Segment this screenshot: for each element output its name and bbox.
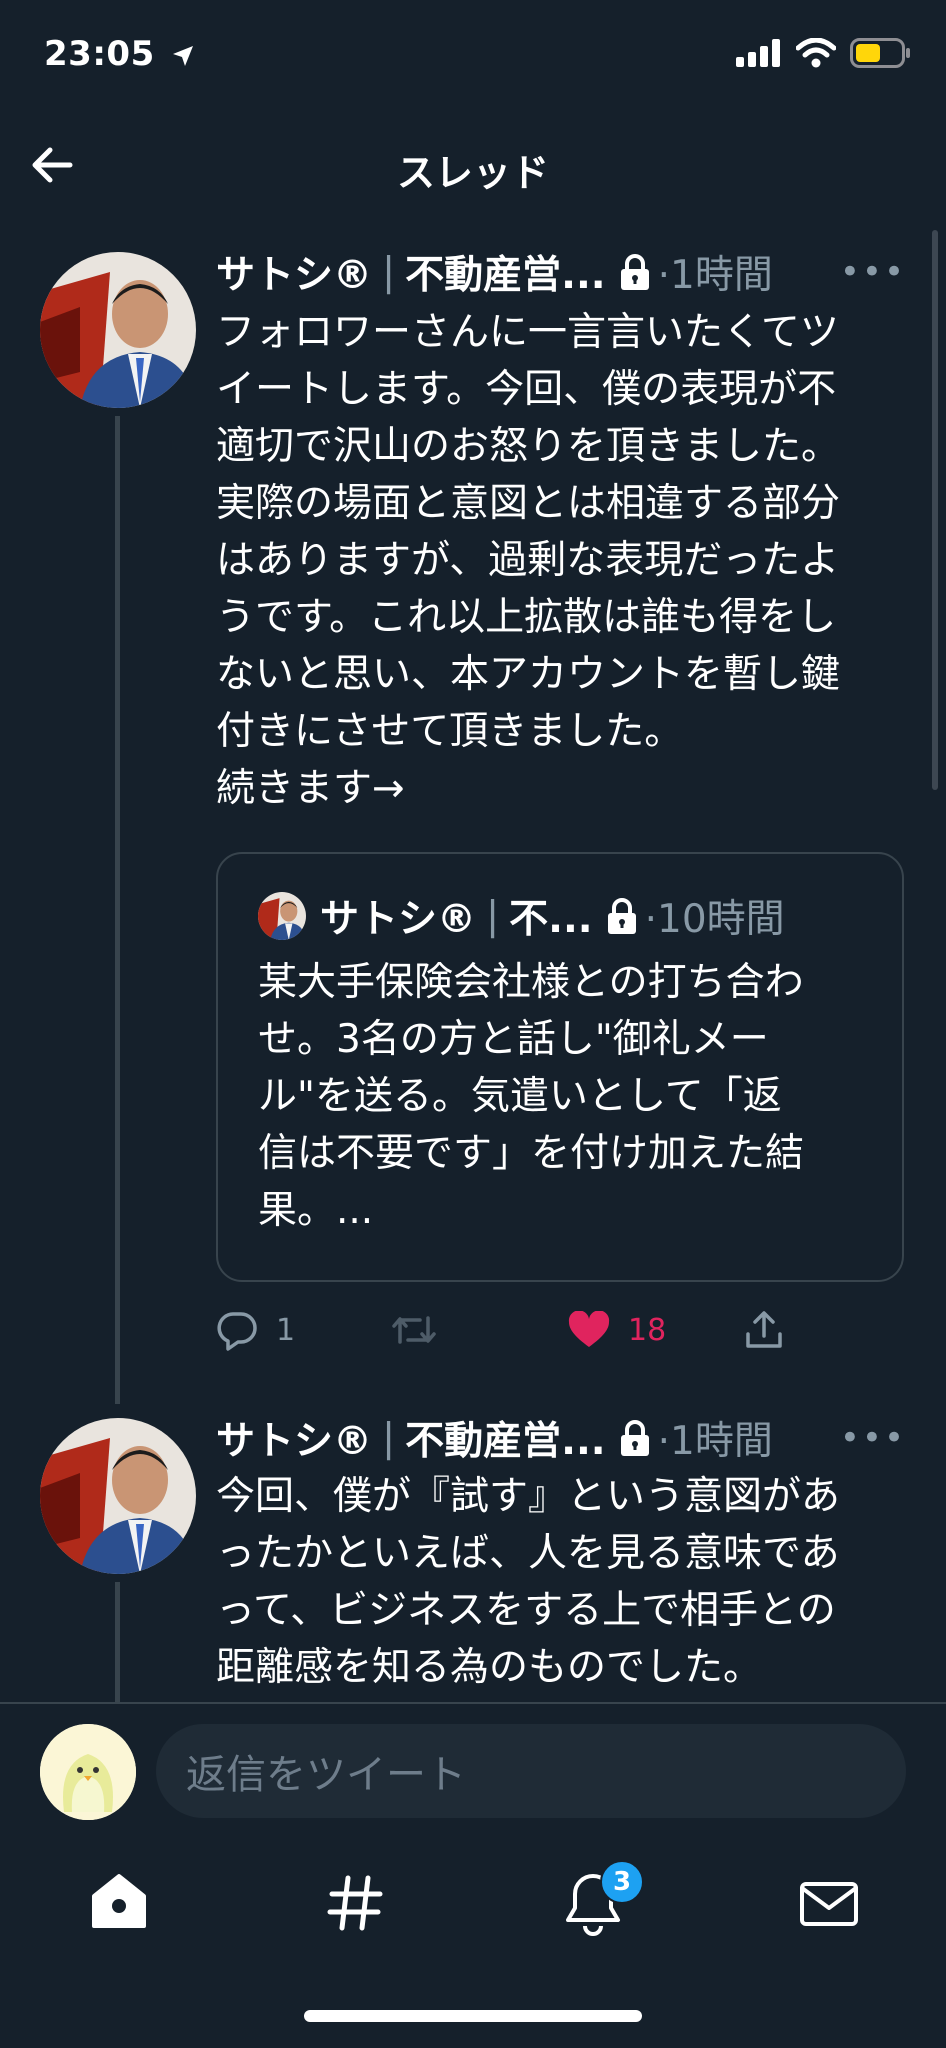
quoted-tweet-time: ·10時間: [644, 897, 785, 942]
notification-badge: 3: [600, 1860, 644, 1904]
status-time: 23:05: [44, 34, 195, 74]
tweet-time: ·1時間: [657, 253, 773, 298]
heart-icon: [568, 1311, 610, 1347]
location-arrow-icon: [173, 45, 194, 66]
page-title: スレッド: [396, 151, 549, 195]
retweet-button[interactable]: [392, 1312, 568, 1348]
reply-input[interactable]: 返信をツイート: [156, 1724, 906, 1818]
tweet-header: サトシ® | 不動産営... ·1時間 •••: [216, 244, 906, 300]
name-separator: |: [382, 249, 396, 295]
thread-line: [115, 416, 120, 1404]
share-button[interactable]: [744, 1310, 784, 1350]
scrollbar[interactable]: [932, 230, 938, 790]
tweet-line: 今回、僕が『試す』という意図があ: [216, 1474, 841, 1519]
quoted-line: せ。3名の方と話し"御礼メー: [258, 1017, 769, 1062]
wifi-icon: [796, 38, 836, 68]
tab-home[interactable]: [84, 1868, 154, 1938]
quoted-handle: 不...: [509, 897, 593, 942]
tweet-line: って、ビジネスをする上で相手との: [216, 1588, 836, 1633]
tweet-time: ·1時間: [657, 1419, 773, 1464]
my-avatar[interactable]: [40, 1724, 136, 1820]
retweet-icon: [392, 1316, 436, 1344]
handle[interactable]: 不動産営...: [405, 244, 605, 300]
tab-messages[interactable]: [794, 1868, 864, 1938]
quoted-line: 某大手保険会社様との打ち合わ: [258, 960, 804, 1005]
more-options-icon[interactable]: •••: [840, 1418, 906, 1458]
quoted-line: 信は不要です」を付け加えた結: [258, 1131, 805, 1176]
tweet-line: 距離感を知る為のものでした。: [216, 1645, 763, 1690]
profile-photo: [40, 252, 196, 408]
quoted-tweet-text: 某大手保険会社様との打ち合わ せ。3名の方と話し"御礼メー ル"を送る。気遣いと…: [258, 954, 878, 1239]
penguin-avatar-icon: [40, 1724, 136, 1820]
tweet-line: 実際の場面と意図とは相違する部分: [216, 481, 841, 526]
quoted-avatar: [258, 892, 306, 940]
reply-count: 1: [276, 1312, 296, 1348]
name-separator: |: [382, 1415, 396, 1461]
tweet-text: 今回、僕が『試す』という意図があ ったかといえば、人を見る意味であ って、ビジネ…: [216, 1468, 906, 1696]
more-options-icon[interactable]: •••: [840, 252, 906, 292]
thread-line: [115, 1582, 120, 1702]
avatar[interactable]: [40, 1418, 196, 1574]
divider: [0, 1702, 946, 1704]
hashtag-icon: [327, 1875, 383, 1931]
display-name[interactable]: サトシ®: [216, 244, 372, 300]
status-indicators: [736, 38, 912, 68]
tweet-header: サトシ® | 不動産営... ·1時間 •••: [216, 1410, 906, 1466]
tweet-actions: 1 18: [216, 1300, 816, 1360]
quoted-line: 果。...: [258, 1188, 374, 1233]
tweet-line: うです。これ以上拡散は誰も得をし: [216, 595, 837, 640]
lock-icon: [607, 898, 636, 934]
reply-button[interactable]: 1: [216, 1309, 392, 1351]
reply-placeholder: 返信をツイート: [186, 1752, 466, 1798]
quoted-tweet-header: サトシ® | 不... ·10時間: [258, 888, 785, 944]
like-button[interactable]: 18: [568, 1311, 744, 1349]
tweet-line: はありますが、過剰な表現だったよ: [216, 538, 840, 583]
battery-icon: [850, 38, 910, 68]
home-icon: [92, 1874, 146, 1928]
lock-icon: [620, 254, 649, 290]
tweet-line: フォロワーさんに一言言いたくてツ: [216, 310, 839, 355]
profile-photo: [40, 1418, 196, 1574]
tweet-line: イートします。今回、僕の表現が不: [216, 367, 837, 412]
tweet-line: ったかといえば、人を見る意味であ: [216, 1531, 840, 1576]
tweet-text: フォロワーさんに一言言いたくてツ イートします。今回、僕の表現が不 適切で沢山の…: [216, 304, 906, 817]
tweet-line: 付きにさせて頂きました。: [216, 709, 684, 754]
like-count: 18: [628, 1312, 667, 1348]
home-indicator[interactable]: [304, 2010, 642, 2022]
lock-icon: [620, 1420, 649, 1456]
reply-icon: [217, 1312, 257, 1351]
mail-icon: [800, 1882, 858, 1926]
handle[interactable]: 不動産営...: [405, 1410, 605, 1466]
tweet-line: 続きます→: [216, 766, 405, 811]
quoted-line: ル"を送る。気遣いとして「返: [258, 1074, 782, 1119]
display-name[interactable]: サトシ®: [216, 1410, 372, 1466]
share-icon: [746, 1311, 782, 1348]
name-separator: |: [486, 893, 500, 939]
tweet-line: 適切で沢山のお怒りを頂きました。: [216, 424, 841, 469]
quoted-tweet-card[interactable]: サトシ® | 不... ·10時間 某大手保険会社様との打ち合わ せ。3名の方と…: [216, 852, 904, 1282]
tweet-line: ないと思い、本アカウントを暫し鍵: [216, 652, 841, 697]
avatar[interactable]: [40, 252, 196, 408]
cellular-signal-icon: [736, 39, 780, 67]
quoted-display-name: サトシ®: [320, 897, 477, 942]
tab-explore[interactable]: [320, 1868, 390, 1938]
